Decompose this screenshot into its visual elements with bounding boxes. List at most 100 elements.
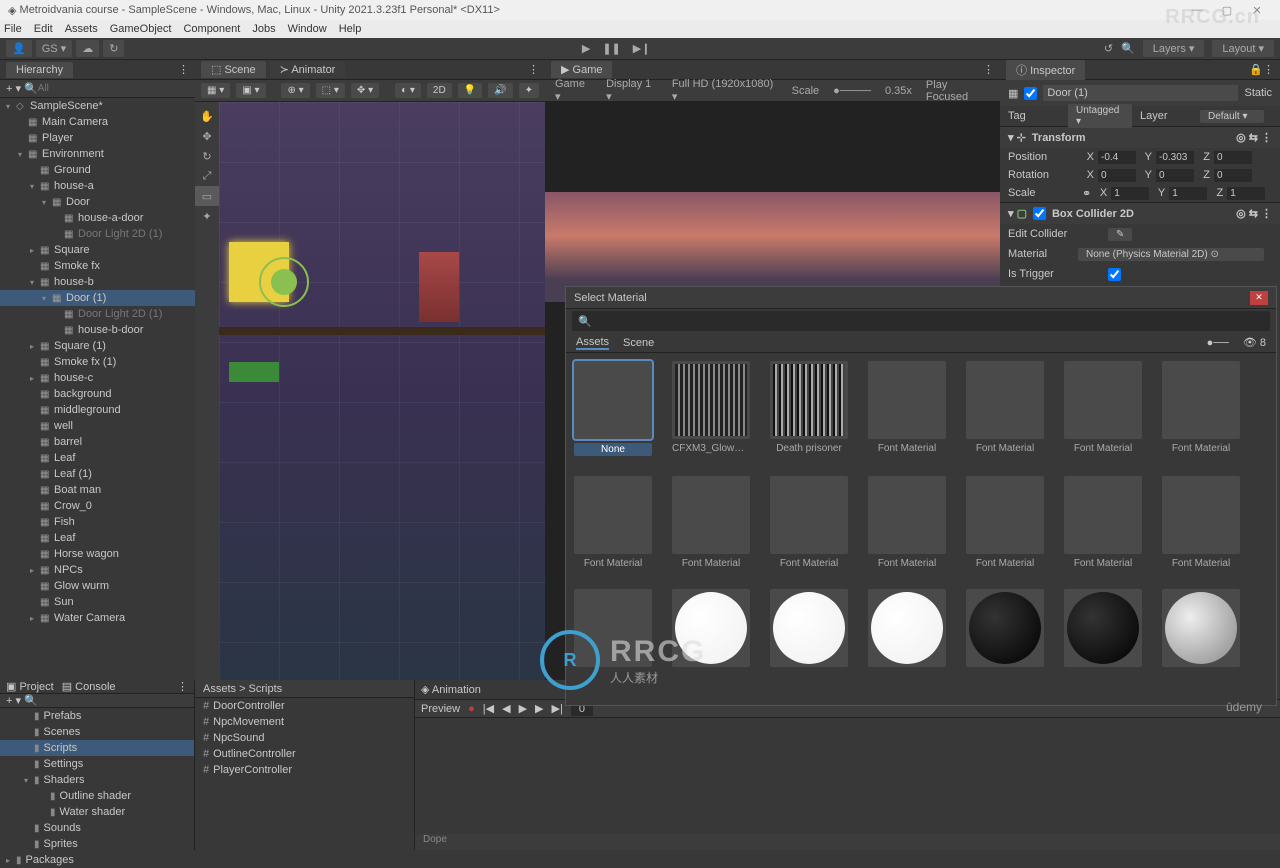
scene-tab[interactable]: ⬚ Scene (201, 61, 266, 78)
transform-component[interactable]: ▾ ⊹Transform◎ ⇆ ⋮ (1000, 126, 1280, 148)
pos-y[interactable] (1156, 151, 1194, 164)
material-item[interactable]: None (574, 361, 652, 456)
animator-tab[interactable]: ≻ Animator (270, 61, 346, 78)
hierarchy-item[interactable]: ▦Sun (0, 594, 195, 610)
display-dropdown[interactable]: Display 1 ▾ (606, 78, 658, 103)
script-file[interactable]: #NpcSound (195, 730, 414, 746)
modal-tab-scene[interactable]: Scene (623, 337, 654, 349)
hierarchy-item[interactable]: ▦Ground (0, 162, 195, 178)
gs-dropdown[interactable]: GS ▾ (36, 40, 72, 57)
hierarchy-item[interactable]: ▸▦NPCs (0, 562, 195, 578)
hierarchy-search[interactable]: All (38, 83, 49, 94)
game-dropdown[interactable]: Game ▾ (555, 78, 592, 103)
folder-item[interactable]: ▮Scripts (0, 740, 194, 756)
cloud-icon[interactable]: ☁ (76, 40, 99, 57)
scene-tool-snap[interactable]: ⬚ ▾ (316, 83, 345, 98)
step-button[interactable]: ▶❙ (633, 42, 651, 55)
hierarchy-item[interactable]: ▦Leaf (0, 530, 195, 546)
create-dropdown-icon[interactable]: + ▾ (6, 82, 21, 95)
material-item[interactable]: Font Material (672, 476, 750, 569)
scene-tool-light[interactable]: 💡 (458, 83, 482, 98)
preview-button[interactable]: Preview (421, 703, 460, 715)
folder-item[interactable]: ▮Settings (0, 756, 194, 772)
material-item[interactable] (868, 589, 946, 671)
hierarchy-item[interactable]: ▦Player (0, 130, 195, 146)
hierarchy-item[interactable]: ▾▦Door (0, 194, 195, 210)
hierarchy-item[interactable]: ▦Boat man (0, 482, 195, 498)
hierarchy-item[interactable]: ▦Door Light 2D (1) (0, 306, 195, 322)
hierarchy-item[interactable]: ▸▦Water Camera (0, 610, 195, 626)
rect-tool-icon[interactable]: ▭ (195, 186, 219, 206)
menu-jobs[interactable]: Jobs (252, 23, 275, 35)
rot-y[interactable] (1156, 169, 1194, 182)
project-menu-icon[interactable]: ⋮ (177, 680, 188, 693)
rotate-tool-icon[interactable]: ↻ (195, 146, 219, 166)
next-frame-icon[interactable]: ▶ (535, 702, 543, 715)
scene-tool-gizmo[interactable]: ◐ ▾ (395, 83, 421, 98)
breadcrumb[interactable]: Assets > Scripts (203, 683, 282, 695)
material-item[interactable]: Death prisoner (770, 361, 848, 456)
scene-tool-audio[interactable]: 🔊 (488, 83, 512, 98)
layers-dropdown[interactable]: Layers ▾ (1143, 40, 1205, 57)
layer-dropdown[interactable]: Default ▾ (1200, 110, 1264, 123)
boxcollider-component[interactable]: ▾ ▢ Box Collider 2D◎ ⇆ ⋮ (1000, 202, 1280, 224)
hierarchy-item[interactable]: ▦house-a-door (0, 210, 195, 226)
project-folders[interactable]: ▮Prefabs▮Scenes▮Scripts▮Settings▾▮Shader… (0, 708, 194, 868)
material-item[interactable]: Font Material (966, 476, 1044, 569)
last-frame-icon[interactable]: ▶| (552, 702, 563, 715)
rot-z[interactable] (1214, 169, 1252, 182)
material-item[interactable] (1162, 589, 1240, 671)
scale-slider[interactable]: ●──── (833, 85, 871, 97)
project-add-icon[interactable]: + ▾ (6, 694, 21, 707)
scl-x[interactable] (1111, 187, 1149, 200)
script-file[interactable]: #OutlineController (195, 746, 414, 762)
material-item[interactable]: Font Material (1064, 476, 1142, 569)
scene-tool-grid[interactable]: ▣ ▾ (236, 83, 265, 98)
play-mode[interactable]: Play Focused (926, 79, 990, 103)
material-item[interactable]: Font Material (770, 476, 848, 569)
folder-item[interactable]: ▮Prefabs (0, 708, 194, 724)
history-icon[interactable]: ↻ (103, 40, 124, 57)
scl-z[interactable] (1227, 187, 1265, 200)
edit-collider-button[interactable]: ✎ (1108, 228, 1132, 241)
scene-tool-fx[interactable]: ✦ (519, 83, 539, 98)
hierarchy-menu-icon[interactable]: ⋮ (178, 63, 189, 76)
transform-tool-icon[interactable]: ✦ (195, 206, 219, 226)
material-item[interactable]: Font Material (966, 361, 1044, 456)
folder-item[interactable]: ▸▮Packages (0, 852, 194, 868)
hierarchy-item[interactable]: ▾▦Door (1) (0, 290, 195, 306)
hierarchy-item[interactable]: ▾▦house-b (0, 274, 195, 290)
folder-item[interactable]: ▮Outline shader (0, 788, 194, 804)
project-files[interactable]: #DoorController#NpcMovement#NpcSound#Out… (195, 698, 414, 850)
folder-item[interactable]: ▾▮Shaders (0, 772, 194, 788)
material-item[interactable] (1064, 589, 1142, 671)
first-frame-icon[interactable]: |◀ (483, 702, 494, 715)
hierarchy-item[interactable]: ▾◇SampleScene* (0, 98, 195, 114)
material-field[interactable]: None (Physics Material 2D) ⊙ (1078, 248, 1264, 261)
game-tab[interactable]: ▶ Game (551, 61, 612, 78)
menu-assets[interactable]: Assets (65, 23, 98, 35)
rot-x[interactable] (1098, 169, 1136, 182)
gameobject-name-field[interactable] (1043, 85, 1238, 101)
game-menu-icon[interactable]: ⋮ (983, 63, 994, 76)
play-button[interactable]: ▶ (582, 42, 590, 55)
active-checkbox[interactable] (1024, 87, 1037, 100)
modal-slider[interactable]: ●── (1207, 337, 1229, 349)
script-file[interactable]: #PlayerController (195, 762, 414, 778)
dopesheet-label[interactable]: Dope (415, 834, 1280, 850)
menu-gameobject[interactable]: GameObject (110, 23, 172, 35)
hierarchy-item[interactable]: ▦Smoke fx (0, 258, 195, 274)
folder-item[interactable]: ▮Sounds (0, 820, 194, 836)
material-item[interactable] (770, 589, 848, 671)
modal-close-button[interactable]: ✕ (1250, 291, 1268, 305)
menu-component[interactable]: Component (183, 23, 240, 35)
resolution-dropdown[interactable]: Full HD (1920x1080) ▾ (672, 78, 778, 103)
folder-item[interactable]: ▮Scenes (0, 724, 194, 740)
hierarchy-item[interactable]: ▦barrel (0, 434, 195, 450)
scene-tool-pivot[interactable]: ⊕ ▾ (281, 83, 309, 98)
material-item[interactable]: Font Material (1162, 476, 1240, 569)
folder-item[interactable]: ▮Sprites (0, 836, 194, 852)
hand-tool-icon[interactable]: ✋ (195, 106, 219, 126)
play-anim-icon[interactable]: ▶ (519, 702, 527, 715)
pause-button[interactable]: ❚❚ (602, 42, 620, 55)
